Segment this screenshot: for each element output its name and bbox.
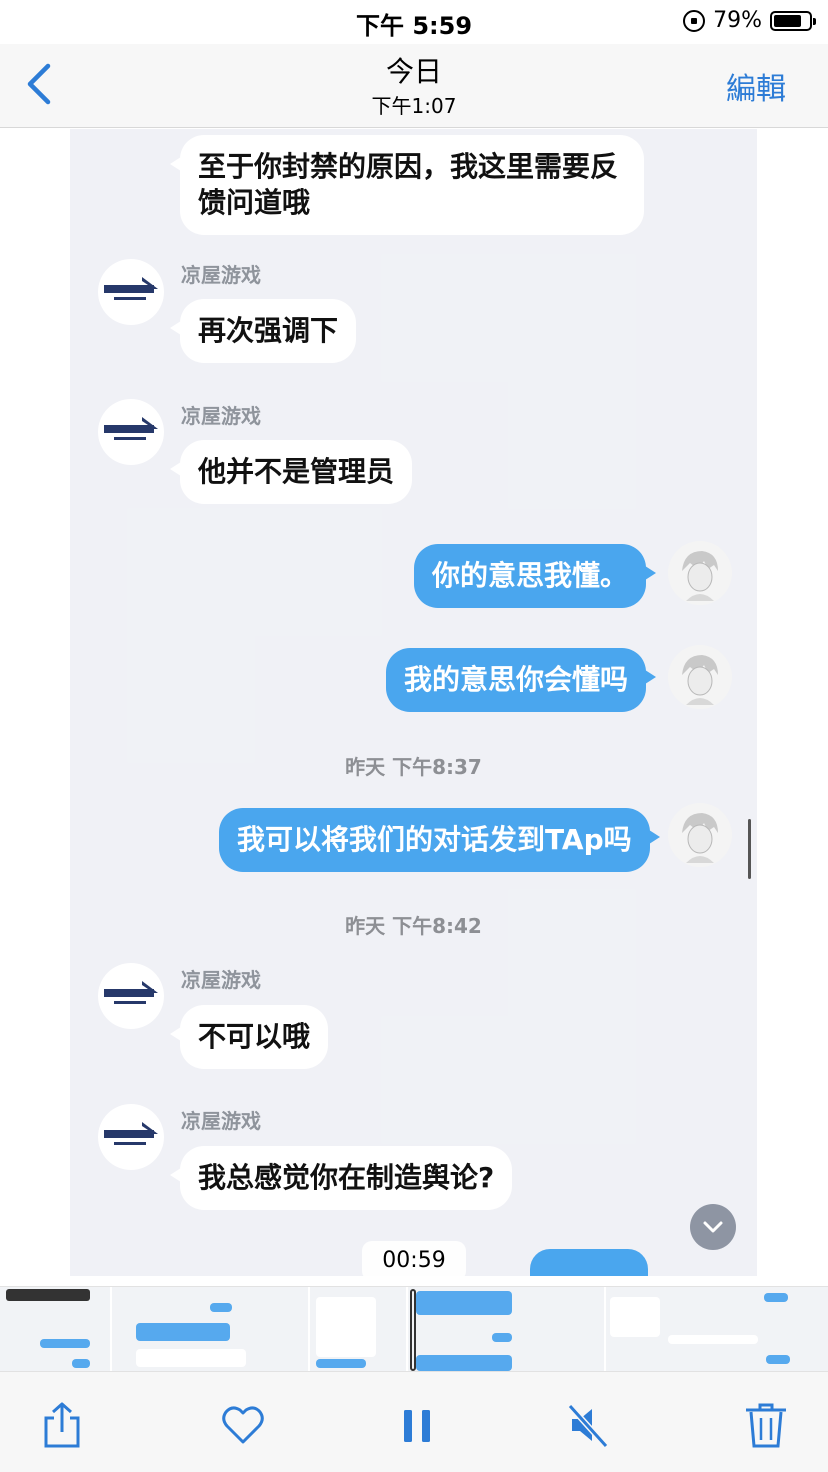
chat-timestamp: 昨天 下午8:37 <box>345 755 482 779</box>
pause-icon <box>404 1410 430 1442</box>
bottom-toolbar <box>0 1372 828 1472</box>
heart-icon <box>222 1406 264 1444</box>
incoming-message: 至于你封禁的原因，我这里需要反馈问道哦 <box>170 135 644 235</box>
thumbnail-frame <box>606 1287 828 1371</box>
pause-button[interactable] <box>398 1402 442 1448</box>
outgoing-message: 你的意思我懂。 <box>414 544 657 608</box>
battery-percent: 79% <box>713 8 762 33</box>
status-right: 79% <box>683 8 816 33</box>
chillyroom-logo-icon <box>104 1122 158 1145</box>
scroll-indicator <box>748 819 751 879</box>
nav-bar: 今日 下午1:07 編輯 <box>0 44 828 128</box>
orientation-lock-icon <box>683 9 706 32</box>
nav-title: 今日 <box>385 55 442 88</box>
outgoing-message: 我的意思你会懂吗 <box>386 648 657 712</box>
sender-name: 凉屋游戏 <box>181 404 261 428</box>
status-bar: 下午 5:59 79% <box>0 0 828 44</box>
thumbnail-frame <box>112 1287 308 1371</box>
thumbnail-frame <box>408 1287 604 1371</box>
anime-avatar-icon <box>682 551 718 601</box>
user-avatar <box>668 541 732 605</box>
thumbnail-frame <box>0 1287 110 1371</box>
outgoing-message: 我可以将我们的对话发到TAp吗 <box>219 808 660 872</box>
incoming-message: 不可以哦 <box>169 1005 329 1069</box>
nav-subtitle: 下午1:07 <box>371 94 457 118</box>
incoming-message: 再次强调下 <box>169 299 357 363</box>
like-button[interactable] <box>220 1402 264 1448</box>
video-viewer[interactable]: 至于你封禁的原因，我这里需要反馈问道哦 凉屋游戏 再次强调下 凉屋游戏 他并不是… <box>0 129 828 1286</box>
thumbnail-frame <box>310 1287 406 1371</box>
incoming-message: 他并不是管理员 <box>169 440 413 504</box>
video-scrubber[interactable] <box>0 1286 828 1372</box>
chillyroom-logo-icon <box>104 981 158 1004</box>
outgoing-message-partial <box>530 1249 648 1276</box>
sender-name: 凉屋游戏 <box>181 1109 261 1133</box>
chevron-down-icon <box>703 1221 723 1233</box>
chillyroom-logo-icon <box>104 277 158 300</box>
scrubber-playhead[interactable] <box>410 1289 416 1371</box>
battery-icon <box>770 10 816 31</box>
chat-timestamp: 昨天 下午8:42 <box>345 914 482 938</box>
user-avatar <box>668 645 732 709</box>
avatar <box>98 259 164 325</box>
share-icon <box>44 1402 80 1448</box>
battery-cap <box>813 17 816 25</box>
avatar <box>98 399 164 465</box>
speaker-muted-icon <box>567 1403 609 1449</box>
battery-fill <box>774 14 801 27</box>
edit-button[interactable]: 編輯 <box>726 64 786 108</box>
user-avatar <box>668 803 732 867</box>
delete-button[interactable] <box>744 1402 788 1448</box>
sender-name: 凉屋游戏 <box>181 968 261 992</box>
avatar <box>98 963 164 1029</box>
sender-name: 凉屋游戏 <box>181 263 261 287</box>
share-button[interactable] <box>40 1402 84 1448</box>
anime-avatar-icon <box>682 655 718 705</box>
mute-button[interactable] <box>566 1402 610 1449</box>
anime-avatar-icon <box>682 813 718 863</box>
chillyroom-logo-icon <box>104 417 158 440</box>
video-timestamp: 00:59 <box>362 1241 466 1281</box>
scroll-down-button <box>690 1204 736 1250</box>
trash-icon <box>746 1403 786 1448</box>
chat-screenshot: 至于你封禁的原因，我这里需要反馈问道哦 凉屋游戏 再次强调下 凉屋游戏 他并不是… <box>70 129 757 1276</box>
avatar <box>98 1104 164 1170</box>
incoming-message: 我总感觉你在制造舆论? <box>169 1146 513 1210</box>
